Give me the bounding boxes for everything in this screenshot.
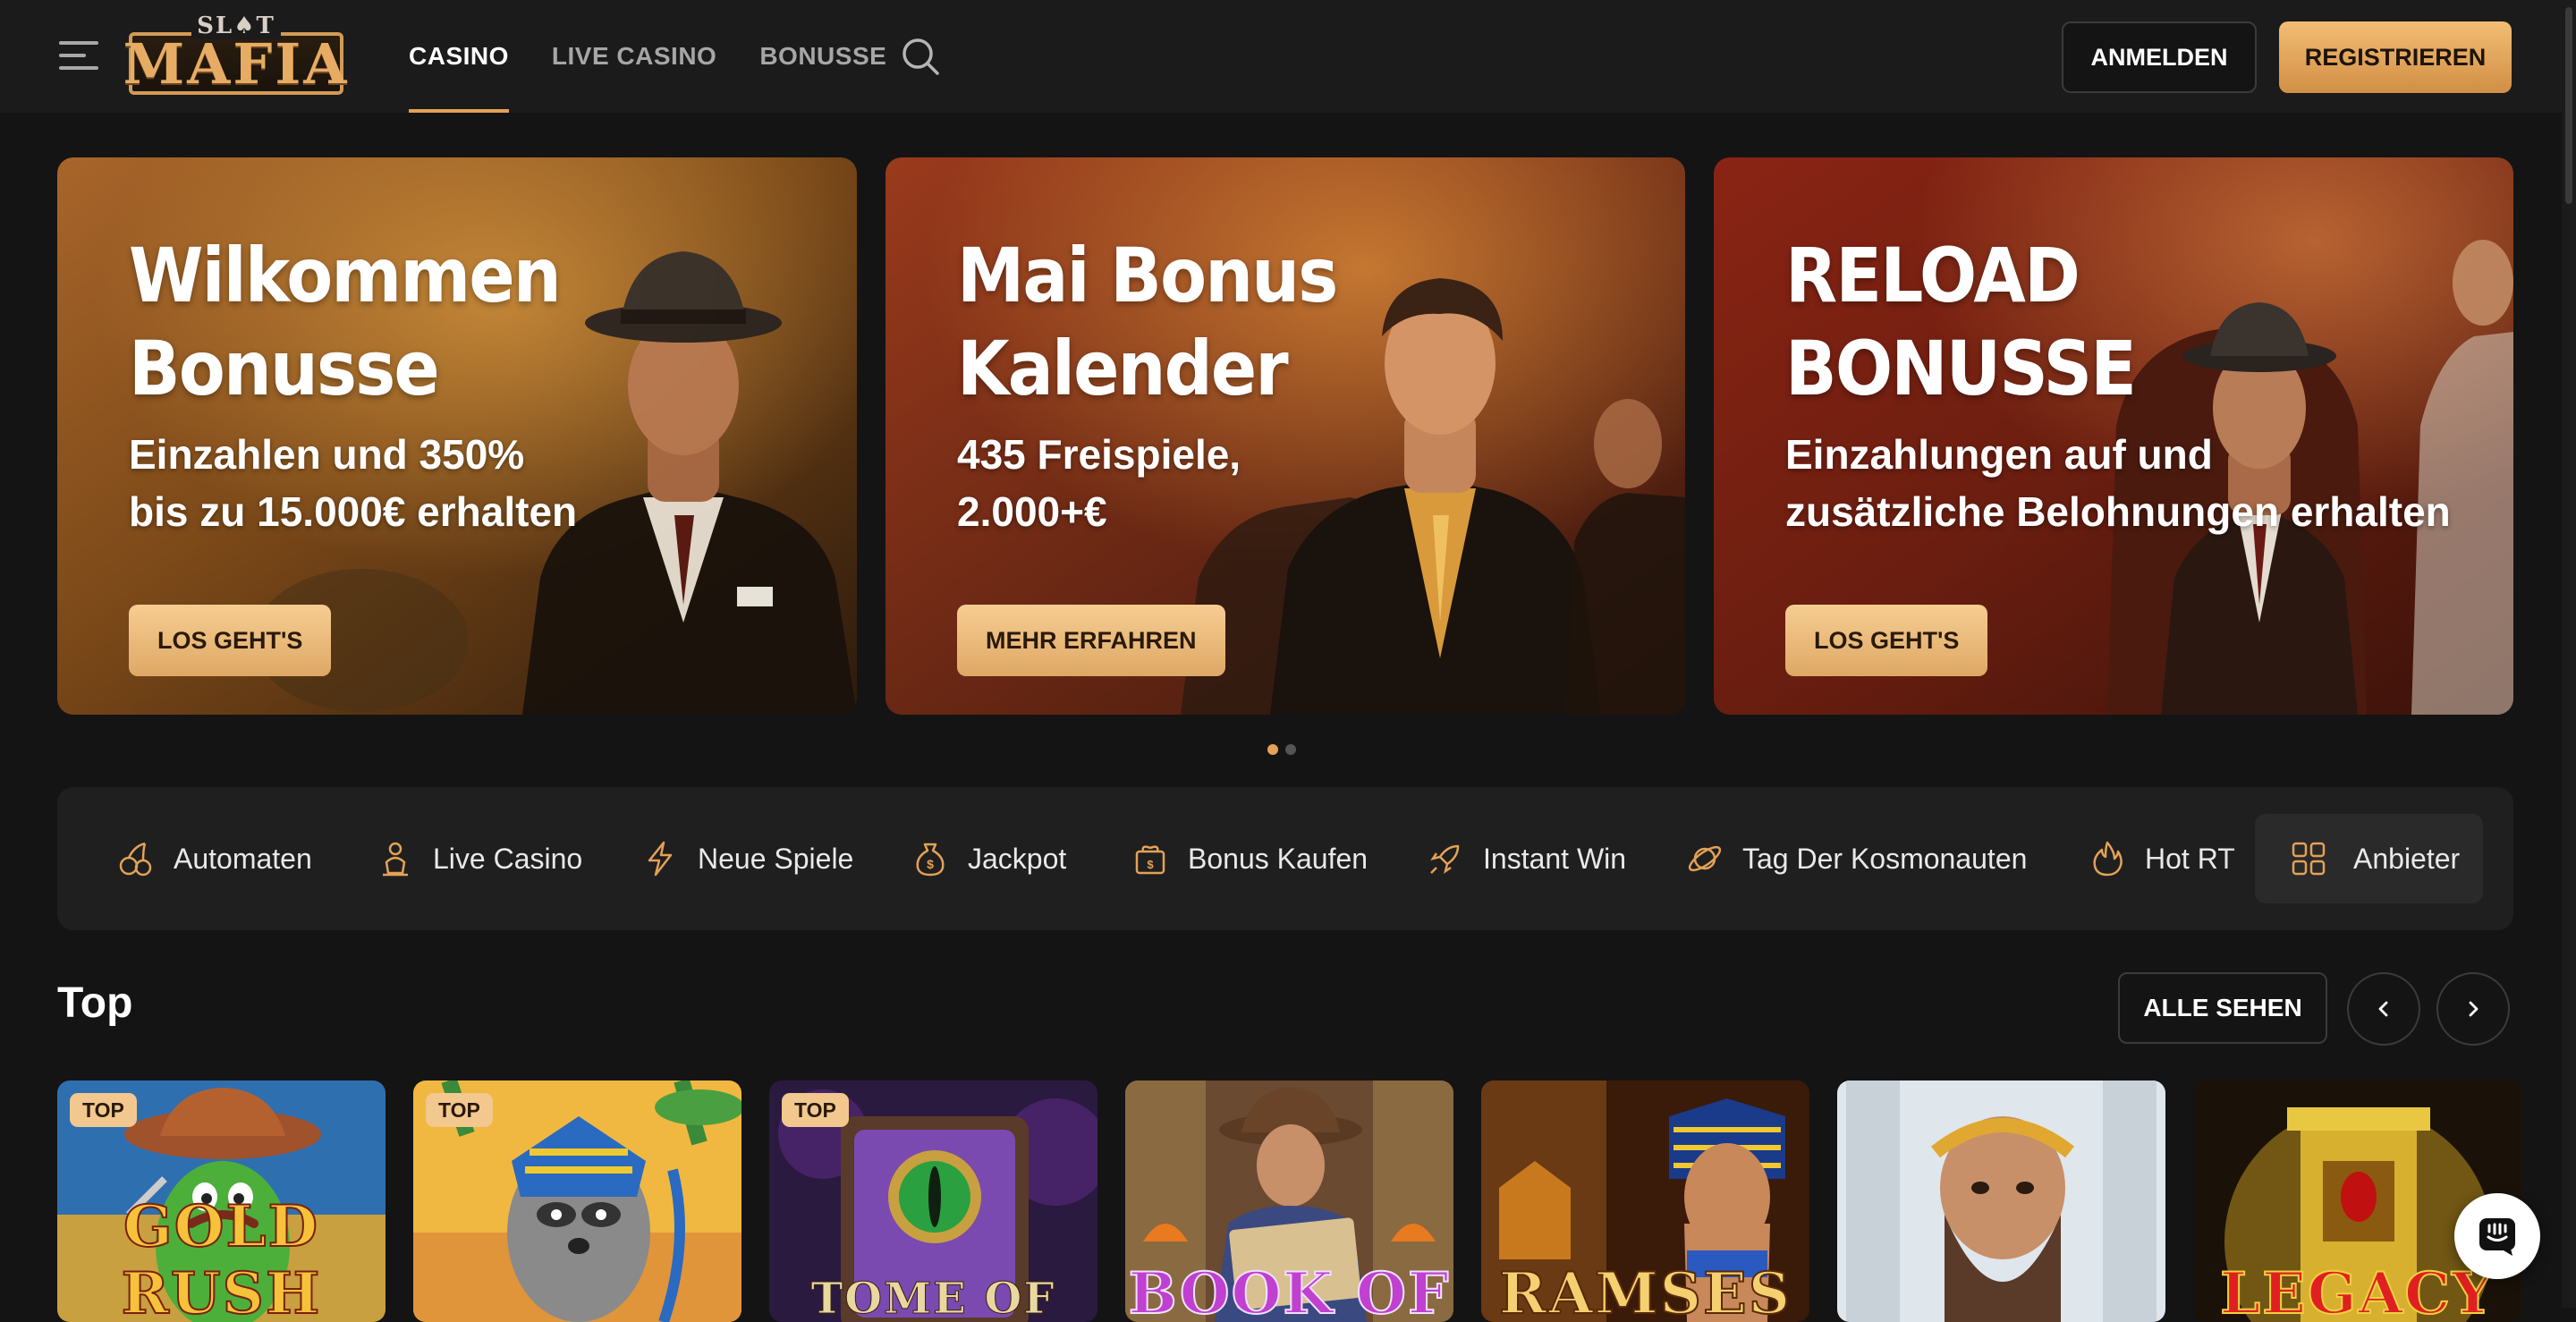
- banner-may-bonus-calendar[interactable]: Mai Bonus Kalender 435 Freispiele, 2.000…: [886, 157, 1685, 715]
- page-scrollbar[interactable]: [2562, 0, 2576, 1308]
- main-nav: CASINO LIVE CASINO BONUSSE: [409, 0, 886, 113]
- see-all-button[interactable]: ALLE SEHEN: [2118, 972, 2327, 1044]
- game-title: GOLD RUSH: [121, 1192, 322, 1322]
- cherries-icon: [119, 842, 152, 877]
- register-button[interactable]: REGISTRIEREN: [2279, 21, 2512, 93]
- nav-casino[interactable]: CASINO: [409, 0, 509, 113]
- category-neue-spiele[interactable]: Neue Spiele: [640, 787, 853, 930]
- carousel-dot-2[interactable]: [1285, 744, 1296, 755]
- section-title-top: Top: [57, 979, 133, 1027]
- top-header: MAFIA SL♠T CASINO LIVE CASINO BONUSSE AN…: [0, 0, 2576, 113]
- rocket-icon: [1430, 844, 1460, 874]
- banner-welcome-bonus[interactable]: Wilkommen Bonusse Einzahlen und 350% bis…: [57, 157, 857, 715]
- chevron-right-icon: [2469, 1001, 2479, 1017]
- prev-arrow-button[interactable]: [2347, 972, 2420, 1046]
- game-title: BOOK OF: [1128, 1259, 1451, 1322]
- banner-subtitle: 435 Freispiele, 2.000+€: [957, 431, 1241, 535]
- game-title: TOME OF: [810, 1274, 1056, 1322]
- chat-support-button[interactable]: [2454, 1193, 2540, 1279]
- providers-label: Anbieter: [2353, 842, 2461, 875]
- game-tile-book-of[interactable]: BOOK OF: [1125, 1080, 1453, 1322]
- category-label: Instant Win: [1483, 842, 1627, 875]
- category-bonus-kaufen[interactable]: $ Bonus Kaufen: [1131, 787, 1368, 930]
- money-bag-icon: $: [916, 843, 945, 877]
- top-badge: TOP: [426, 1093, 493, 1127]
- menu-icon[interactable]: [59, 41, 98, 72]
- lightning-icon: [648, 841, 673, 877]
- providers-button[interactable]: Anbieter: [2255, 814, 2483, 903]
- svg-text:$: $: [927, 857, 934, 871]
- category-hot-rtp[interactable]: Hot RT: [2088, 787, 2235, 930]
- category-bar: Automaten Live Casino Neue Spiele $ Jack…: [57, 787, 2513, 930]
- banner-cta-button[interactable]: MEHR ERFAHREN: [957, 605, 1225, 676]
- category-label: Automaten: [174, 842, 312, 875]
- category-automaten[interactable]: Automaten: [116, 787, 312, 930]
- planet-icon: [1688, 845, 1722, 872]
- chat-icon: [2479, 1218, 2515, 1256]
- nav-bonusse[interactable]: BONUSSE: [759, 0, 886, 113]
- next-arrow-button[interactable]: [2436, 972, 2510, 1046]
- chevron-left-icon: [2378, 1001, 2388, 1017]
- banner-subtitle: Einzahlungen auf und zusätzliche Belohnu…: [1785, 431, 2451, 535]
- category-label: Neue Spiele: [698, 842, 854, 875]
- top-badge: TOP: [782, 1093, 849, 1127]
- banner-cta-button[interactable]: LOS GEHT'S: [1785, 605, 1988, 676]
- logo-mafia-text: MAFIA: [123, 30, 350, 97]
- carousel-dots: [1267, 744, 1296, 755]
- game-title: RAMSES: [1498, 1259, 1792, 1322]
- slot-mafia-logo[interactable]: MAFIA SL♠T: [123, 13, 350, 98]
- category-label: Jackpot: [968, 842, 1067, 875]
- game-thumbnail: [1837, 1080, 2165, 1322]
- banner-subtitle: Einzahlen und 350% bis zu 15.000€ erhalt…: [129, 431, 578, 535]
- category-label: Tag Der Kosmonauten: [1742, 842, 2028, 875]
- category-tag-der-kosmonauten[interactable]: Tag Der Kosmonauten: [1685, 787, 2027, 930]
- dealer-icon: [383, 842, 408, 877]
- game-tile-tome-of[interactable]: TOME OF TOP: [769, 1080, 1097, 1322]
- banner-title: Wilkommen Bonusse: [129, 232, 562, 412]
- svg-text:$: $: [1147, 858, 1154, 871]
- game-tile-ramses[interactable]: RAMSES: [1481, 1080, 1809, 1322]
- carousel-dot-1[interactable]: [1267, 744, 1278, 755]
- nav-live-casino[interactable]: LIVE CASINO: [552, 0, 716, 113]
- category-label: Bonus Kaufen: [1188, 842, 1368, 875]
- banner-cta-button[interactable]: LOS GEHT'S: [129, 605, 332, 676]
- game-tile-zeus[interactable]: [1837, 1080, 2165, 1322]
- flame-icon: [2093, 841, 2123, 877]
- gift-money-icon: $: [1135, 845, 1165, 875]
- category-jackpot[interactable]: $ Jackpot: [911, 787, 1066, 930]
- banner-title: RELOAD BONUSSE: [1785, 232, 2137, 412]
- logo-slot-text: SL♠T: [191, 13, 281, 39]
- banner-reload-bonus[interactable]: RELOAD BONUSSE Einzahlungen auf und zusä…: [1714, 157, 2513, 715]
- category-live-casino[interactable]: Live Casino: [376, 787, 582, 930]
- grid-icon: [2292, 842, 2326, 876]
- category-label: Live Casino: [433, 842, 583, 875]
- banner-title: Mai Bonus Kalender: [957, 232, 1338, 412]
- login-button[interactable]: ANMELDEN: [2062, 21, 2257, 93]
- game-tile-raccoon-pharaoh[interactable]: TOP: [413, 1080, 741, 1322]
- game-tile-gold-rush[interactable]: GOLD RUSH TOP: [57, 1080, 386, 1322]
- search-icon[interactable]: [900, 36, 941, 77]
- scrollbar-thumb[interactable]: [2565, 7, 2572, 204]
- top-badge: TOP: [70, 1093, 137, 1127]
- category-instant-win[interactable]: Instant Win: [1426, 787, 1626, 930]
